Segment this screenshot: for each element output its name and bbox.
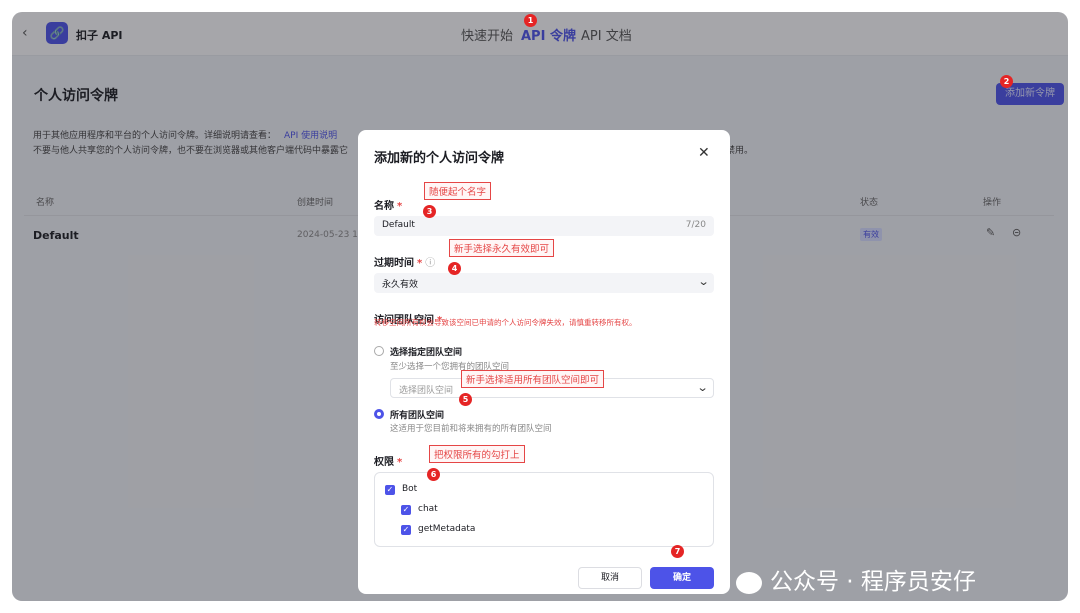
perm-label: 权限 * — [374, 457, 403, 468]
marker-6: 6 — [427, 468, 440, 481]
required-mark: * — [397, 201, 403, 212]
perm-bot-label: Bot — [402, 484, 418, 494]
annotation-note-expire: 新手选择永久有效即可 — [449, 239, 555, 257]
required-mark: * — [397, 457, 403, 468]
expire-label: 过期时间 * ⓘ — [374, 258, 436, 269]
marker-1: 1 — [524, 14, 537, 27]
perm-getmetadata-label: getMetadata — [418, 524, 476, 534]
marker-7: 7 — [671, 545, 684, 558]
info-icon: ⓘ — [425, 258, 436, 269]
option-all-spaces-sub: 这适用于您目前和将来拥有的所有团队空间 — [390, 424, 552, 434]
app-window: ‹ 🔗 扣子 API 快速开始 API 令牌 API 文档 个人访问令牌 添加新… — [12, 12, 1068, 601]
required-mark: * — [417, 258, 423, 269]
name-input[interactable]: Default 7/20 — [374, 216, 714, 236]
marker-4: 4 — [448, 262, 461, 275]
confirm-button[interactable]: 确定 — [650, 567, 714, 589]
name-input-value: Default — [382, 220, 415, 230]
option-all-spaces-label: 所有团队空间 — [390, 411, 445, 421]
watermark-text: 公众号 · 程序员安仔 — [770, 569, 976, 595]
expire-select-value: 永久有效 — [382, 280, 419, 290]
chevron-down-icon: ⌄ — [697, 275, 710, 288]
marker-5: 5 — [459, 393, 472, 406]
wechat-icon — [736, 571, 762, 594]
cancel-button[interactable]: 取消 — [578, 567, 642, 589]
annotation-note-space: 新手选择适用所有团队空间即可 — [461, 370, 605, 388]
checkbox-getmetadata[interactable]: ✓ — [401, 525, 411, 535]
radio-all-spaces[interactable] — [374, 409, 384, 419]
space-select-placeholder: 选择团队空间 — [399, 386, 454, 396]
annotation-note-perm: 把权限所有的勾打上 — [429, 445, 525, 463]
radio-specific-space[interactable] — [374, 346, 384, 356]
chevron-down-icon: ⌄ — [696, 381, 709, 394]
name-label: 名称 * — [374, 201, 403, 212]
watermark: 公众号 · 程序员安仔 — [736, 562, 976, 596]
marker-3: 3 — [423, 205, 436, 218]
space-warning: 转移空间所有权会导致该空间已申请的个人访问令牌失效，请慎重转移所有权。 — [374, 318, 637, 327]
marker-2: 2 — [1000, 75, 1013, 88]
char-counter: 7/20 — [685, 220, 706, 230]
dialog-title: 添加新的个人访问令牌 — [374, 151, 505, 166]
checkbox-bot[interactable]: ✓ — [385, 485, 395, 495]
checkbox-chat[interactable]: ✓ — [401, 505, 411, 515]
add-token-dialog: 添加新的个人访问令牌 ✕ 名称 * Default 7/20 过期时间 * ⓘ 永久有… — [358, 130, 730, 594]
annotation-note-name: 随便起个名字 — [424, 182, 492, 200]
close-icon[interactable]: ✕ — [698, 145, 710, 161]
expire-select[interactable]: 永久有效 ⌄ — [374, 273, 714, 293]
perm-chat-label: chat — [418, 504, 438, 514]
option-specific-space-label: 选择指定团队空间 — [390, 348, 463, 358]
permission-box: ✓ Bot ✓ chat ✓ getMetadata — [374, 472, 714, 547]
